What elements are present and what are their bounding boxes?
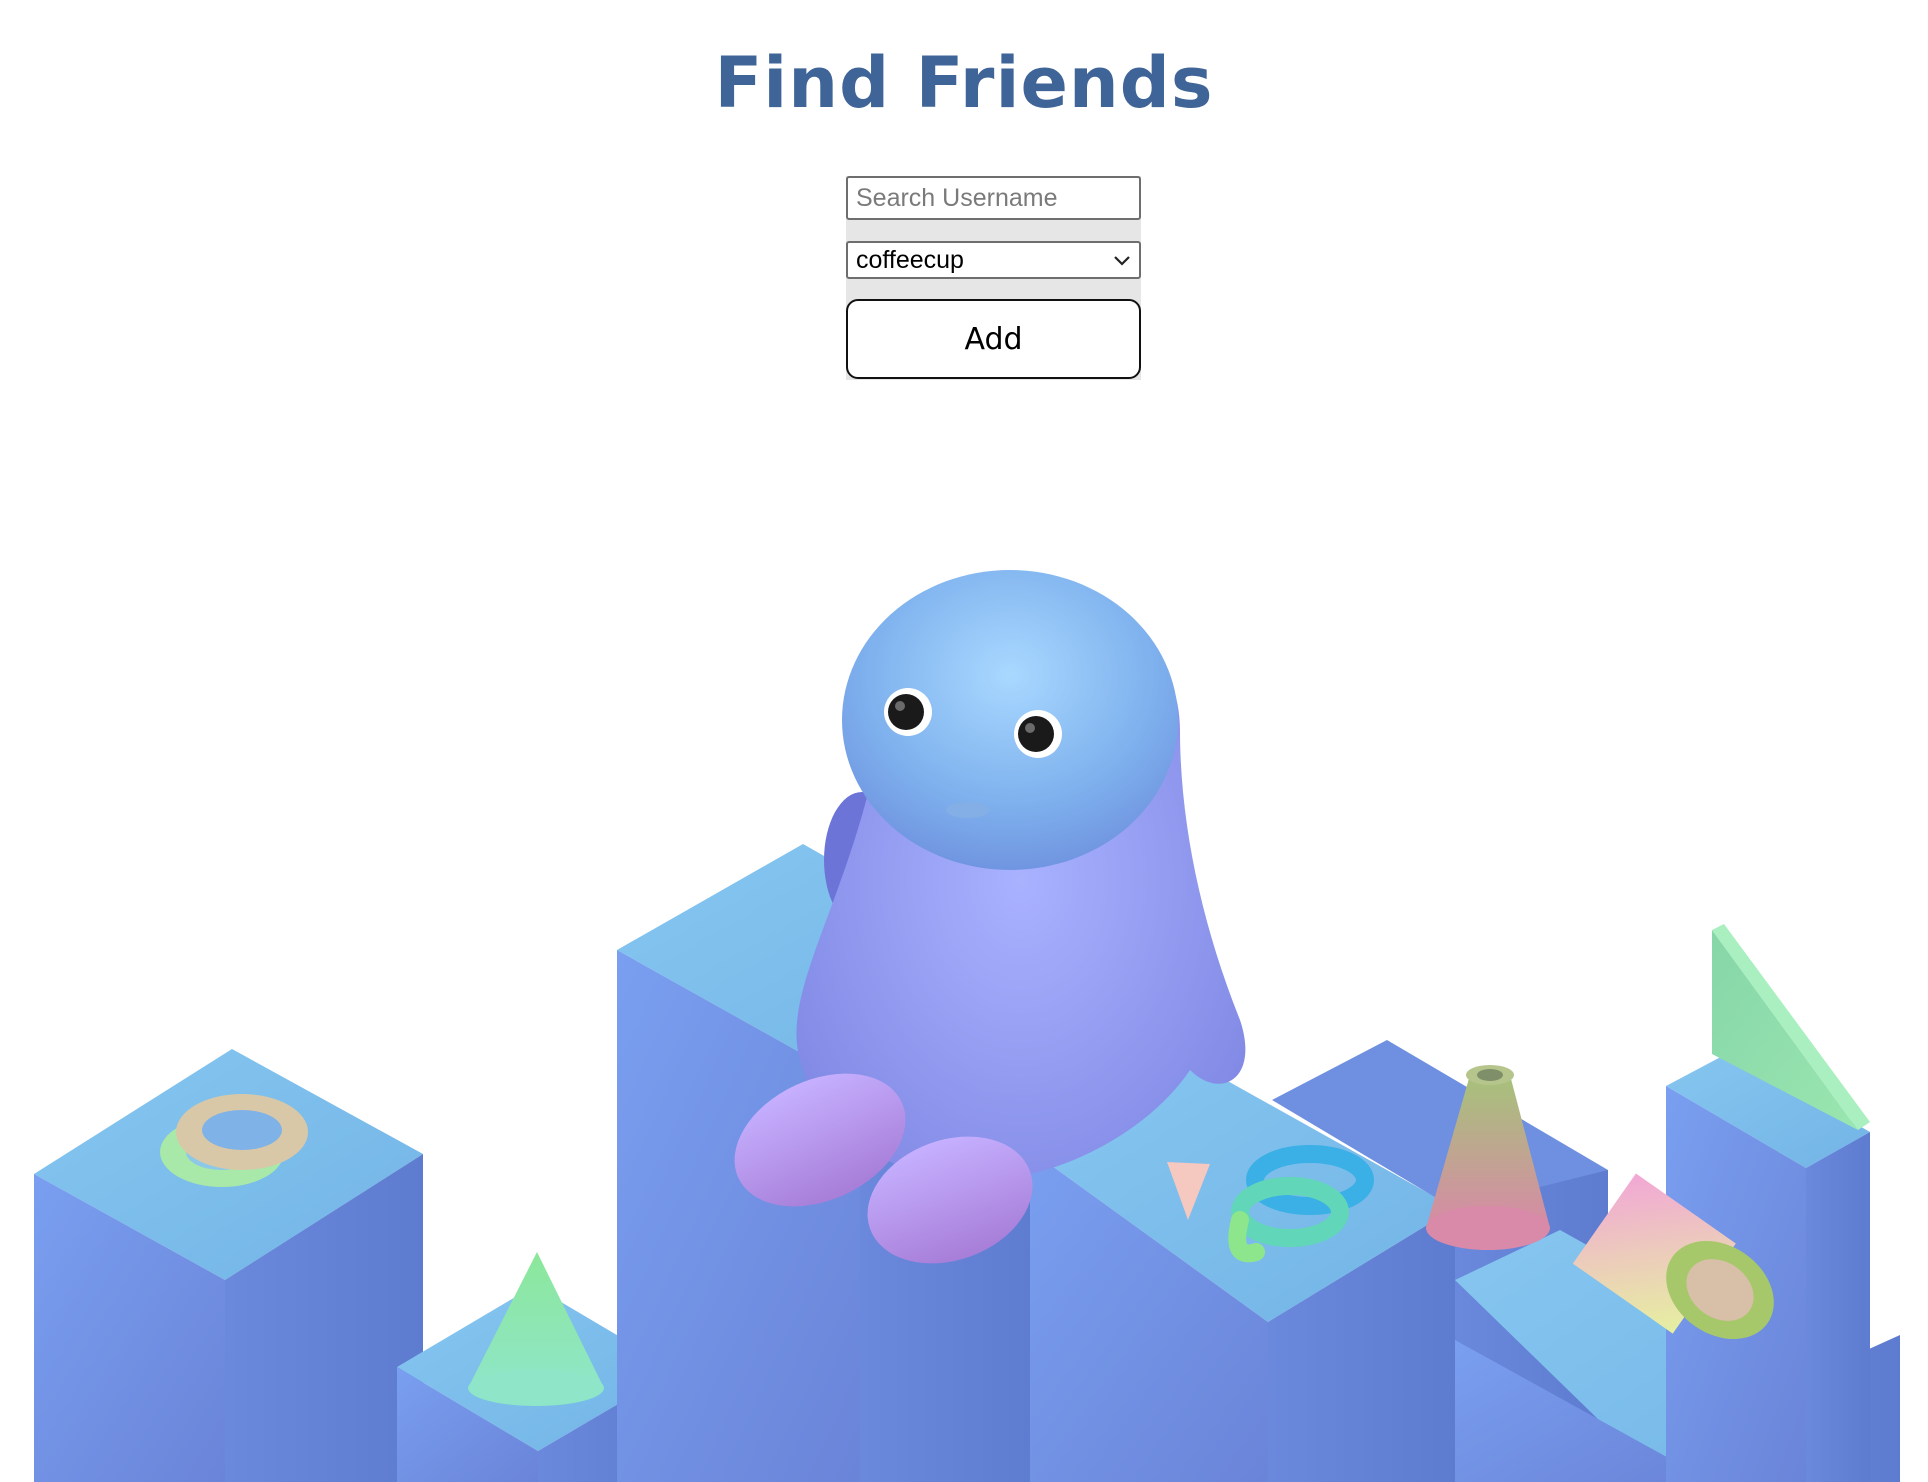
find-friends-page: Find Friends coffeecup Add xyxy=(0,0,1928,1482)
search-username-input[interactable] xyxy=(846,176,1141,220)
page-title: Find Friends xyxy=(714,42,1214,124)
add-button[interactable]: Add xyxy=(846,299,1141,379)
chevron-down-icon xyxy=(1113,254,1131,266)
user-select[interactable]: coffeecup xyxy=(846,241,1141,279)
user-select-value: coffeecup xyxy=(856,245,964,274)
blob-character-illustration xyxy=(34,570,1900,1482)
